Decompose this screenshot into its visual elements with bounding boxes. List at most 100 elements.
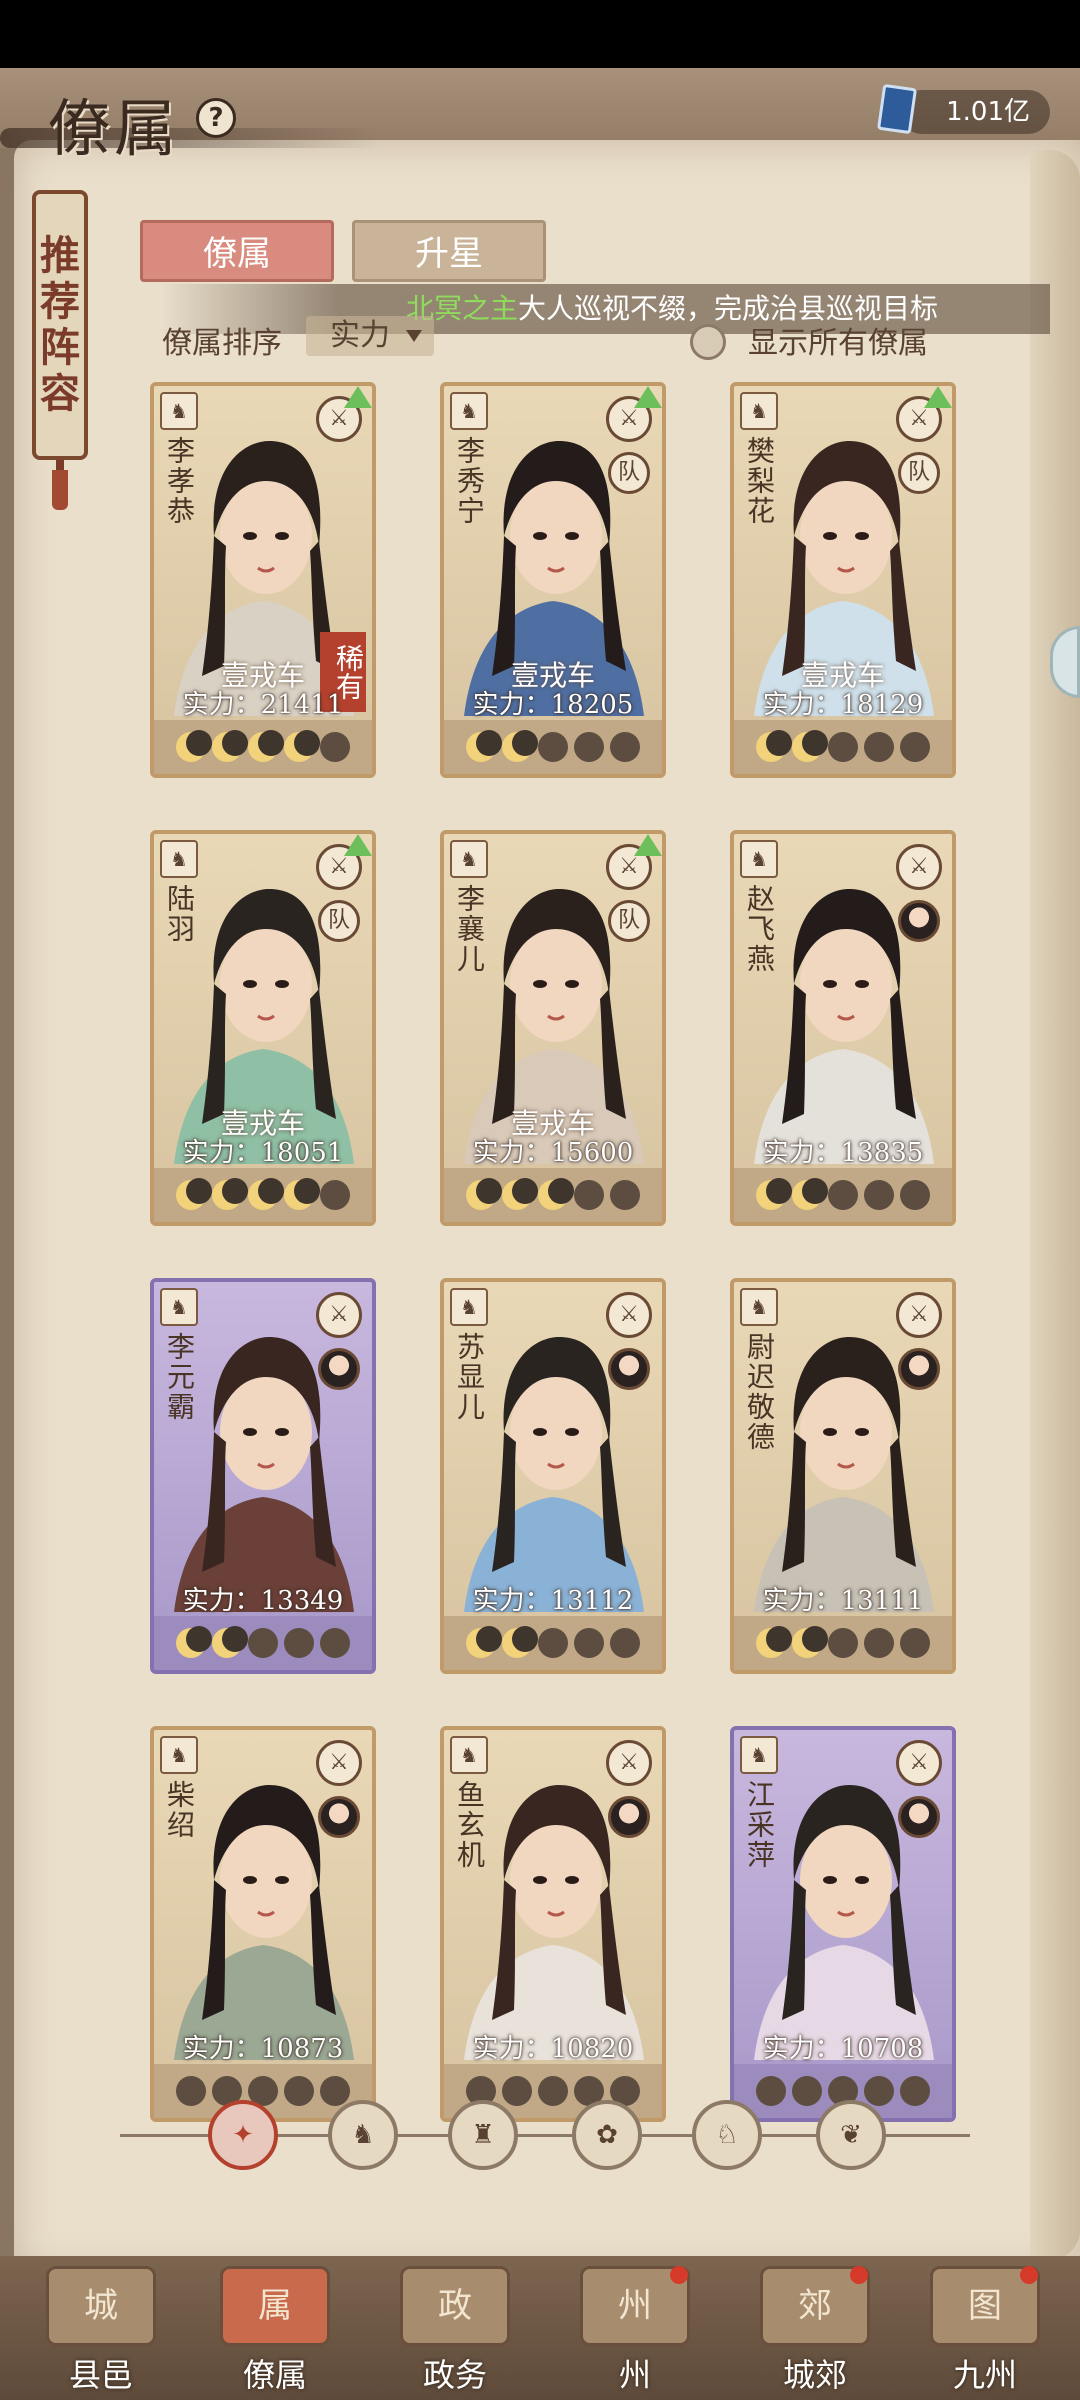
notification-dot [1020,2266,1038,2284]
power-value: 实力：18129 [762,690,924,720]
tab-retainers[interactable]: 僚属 [140,220,334,282]
moon-star-icon [756,1626,792,1658]
moon-star-icon [792,1626,828,1658]
weapon-icon: ⚔ [896,1292,942,1338]
weapon-icon: ⚔ [316,1292,362,1338]
retainer-name: 陆羽 [163,884,196,944]
nav-label: 政务 [422,2356,487,2394]
nav-retainers[interactable]: 属僚属 [200,2266,350,2396]
help-icon[interactable]: ? [196,98,236,138]
nav-affairs[interactable]: 政政务 [380,2266,530,2396]
star-rating [444,1168,662,1222]
nav-label: 僚属 [242,2356,307,2394]
empty-star-icon [284,1628,314,1658]
recommended-lineup-scroll[interactable]: 推 荐 阵 容 [32,190,88,460]
tab-star-up[interactable]: 升星 [352,220,546,282]
class-icon: ♞ [160,1736,198,1774]
team-badge: 队 [318,900,360,942]
notification-dot [850,2266,868,2284]
nav-nine-provinces[interactable]: 图九州 [910,2266,1060,2396]
show-all-toggle[interactable] [690,324,726,360]
scroll-char: 容 [40,370,80,417]
power-value: 实力：18051 [182,1138,344,1168]
retainer-name: 鱼玄机 [453,1780,486,1870]
empty-star-icon [864,732,894,762]
upgrade-arrow-icon [634,834,662,856]
sort-dropdown[interactable]: 实力 [306,316,434,356]
retainer-card[interactable]: ♞ 鱼玄机 ⚔ 实力：10820 [440,1726,666,2122]
bottom-nav: 城县邑 属僚属 政政务 州州 郊城郊 图九州 [0,2256,1080,2400]
star-rating [444,720,662,774]
retainer-name: 赵飞燕 [743,884,776,974]
empty-star-icon [610,732,640,762]
power-value: 实力：13112 [472,1586,634,1616]
star-rating [734,1616,952,1670]
moon-star-icon [284,1178,320,1210]
retainer-name: 苏显儿 [453,1332,486,1422]
class-icon: ♞ [450,1288,488,1326]
nav-prefecture[interactable]: 州州 [560,2266,710,2396]
retainer-card[interactable]: ♞ 赵飞燕 ⚔ 实力：13835 [730,830,956,1226]
scroll-tassel [52,470,68,510]
retainer-name: 柴绍 [163,1780,196,1840]
moon-star-icon [502,1178,538,1210]
retainer-name: 李秀宁 [453,436,486,526]
moon-star-icon [212,1178,248,1210]
filter-lion-icon[interactable]: ♘ [692,2100,762,2170]
star-rating [734,720,952,774]
weapon-icon: ⚔ [606,1292,652,1338]
filter-cavalry-icon[interactable]: ♞ [328,2100,398,2170]
weapon-icon: ⚔ [896,844,942,890]
empty-star-icon [538,732,568,762]
partner-avatar-icon [608,1348,650,1390]
star-rating [154,720,372,774]
nav-suburbs[interactable]: 郊城郊 [740,2266,890,2396]
class-icon: ♞ [160,1288,198,1326]
retainer-card[interactable]: ♞ 柴绍 ⚔ 实力：10873 [150,1726,376,2122]
moon-star-icon [284,730,320,762]
retainer-name: 李孝恭 [163,436,196,526]
empty-star-icon [320,1180,350,1210]
retainer-card[interactable]: ♞ 樊梨花 ⚔ 队壹戎车 实力：18129 [730,382,956,778]
retainer-card[interactable]: ♞ 李襄儿 ⚔ 队壹戎车 实力：15600 [440,830,666,1226]
class-icon: ♞ [740,392,778,430]
empty-star-icon [320,1628,350,1658]
nav-label: 县邑 [68,2356,133,2394]
moon-star-icon [176,730,212,762]
retainer-card[interactable]: ♞ 苏显儿 ⚔ 实力：13112 [440,1278,666,1674]
power-value: 实力：13835 [762,1138,924,1168]
retainer-card[interactable]: ♞ 李孝恭 ⚔ 稀有 壹戎车 实力：21411 [150,382,376,778]
star-rating [444,1616,662,1670]
filter-leaf-icon[interactable]: ❦ [816,2100,886,2170]
class-icon: ♞ [450,840,488,878]
retainer-card[interactable]: ♞ 李元霸 ⚔ 实力：13349 [150,1278,376,1674]
moon-star-icon [248,730,284,762]
moon-star-icon [756,1178,792,1210]
power-value: 实力：21411 [182,690,344,720]
power-value: 实力：13349 [182,1586,344,1616]
empty-star-icon [574,732,604,762]
nav-county[interactable]: 城县邑 [26,2266,176,2396]
moon-star-icon [502,1626,538,1658]
empty-star-icon [574,1180,604,1210]
weapon-icon: ⚔ [606,1740,652,1786]
retainer-card[interactable]: ♞ 陆羽 ⚔ 队壹戎车 实力：18051 [150,830,376,1226]
nav-label: 州 [618,2356,651,2394]
nav-label: 九州 [952,2356,1017,2394]
retainer-card[interactable]: ♞ 尉迟敬德 ⚔ 实力：13111 [730,1278,956,1674]
filter-fan-icon[interactable]: ✿ [572,2100,642,2170]
upgrade-arrow-icon [344,834,372,856]
partner-avatar-icon [898,1348,940,1390]
class-icon: ♞ [740,1736,778,1774]
retainer-name: 尉迟敬德 [743,1332,776,1452]
filter-gourd-icon[interactable]: ♜ [448,2100,518,2170]
class-icon: ♞ [740,1288,778,1326]
class-icon: ♞ [450,392,488,430]
empty-star-icon [828,1628,858,1658]
filter-all-icon[interactable]: ✦ [208,2100,278,2170]
filter-bar: ✦ ♞ ♜ ✿ ♘ ❦ [120,2100,970,2170]
empty-star-icon [900,1180,930,1210]
moon-star-icon [792,1178,828,1210]
retainer-card[interactable]: ♞ 江采萍 ⚔ 实力：10708 [730,1726,956,2122]
retainer-card[interactable]: ♞ 李秀宁 ⚔ 队壹戎车 实力：18205 [440,382,666,778]
